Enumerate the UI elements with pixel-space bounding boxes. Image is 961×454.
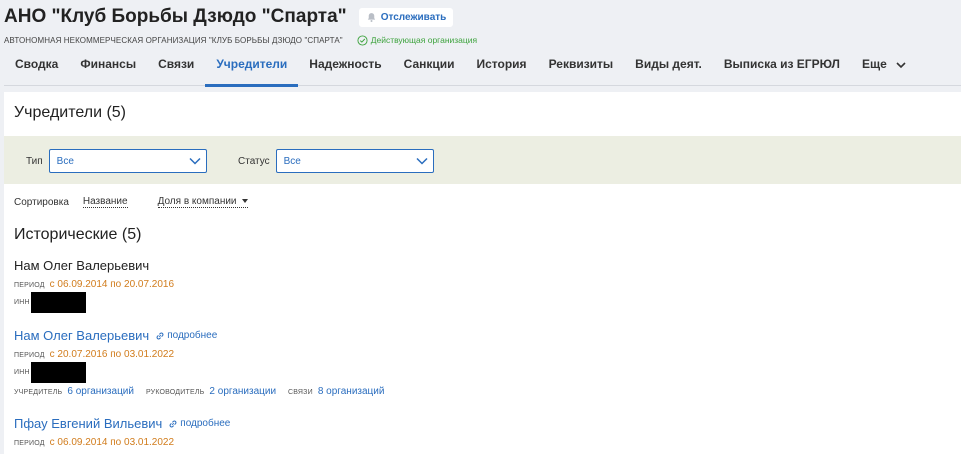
founders-panel: Учредители (5) Тип Все Статус Все Сортир… — [4, 92, 961, 454]
founder-label: учредитель — [14, 389, 63, 396]
more-link[interactable]: подробнее — [168, 418, 230, 429]
links-label: связи — [288, 389, 313, 396]
tab-finance[interactable]: Финансы — [69, 56, 147, 86]
tab-reliability[interactable]: Надежность — [298, 56, 392, 86]
period-label: период — [14, 282, 45, 289]
period-value: с 20.07.2016 по 03.01.2022 — [49, 349, 175, 360]
list-item: Нам Олег Валерьевич подробнее период с 2… — [14, 328, 396, 397]
status-filter-label: Статус — [238, 155, 270, 167]
period-label: период — [14, 352, 45, 359]
type-filter-select[interactable]: Все — [48, 149, 207, 173]
follow-label: Отслеживать — [380, 11, 447, 23]
tab-egrul-extract[interactable]: Выписка из ЕГРЮЛ — [713, 56, 851, 86]
historical-title: Исторические (5) — [14, 226, 142, 243]
links-link[interactable]: 8 организаций — [318, 386, 385, 397]
list-item: Пфау Евгений Вильевич подробнее период с… — [14, 416, 230, 448]
tab-summary[interactable]: Сводка — [4, 56, 69, 86]
tab-sanctions[interactable]: Санкции — [393, 56, 466, 86]
period-label: период — [14, 440, 45, 447]
period-value: с 06.09.2014 по 20.07.2016 — [49, 279, 175, 290]
founder-link[interactable]: 6 организаций — [67, 386, 134, 397]
inn-label: инн — [14, 369, 30, 376]
manager-link[interactable]: 2 организации — [209, 386, 276, 397]
tab-founders[interactable]: Учредители — [205, 56, 299, 87]
sort-row: Сортировка Название Доля в компании — [14, 196, 248, 208]
sort-by-share[interactable]: Доля в компании — [157, 196, 248, 208]
company-title: АНО "Клуб Борьбы Дзюдо "Спарта" — [4, 6, 347, 27]
person-name: Нам Олег Валерьевич — [14, 258, 150, 273]
status-filter-select[interactable]: Все — [275, 149, 434, 173]
filter-bar: Тип Все Статус Все — [4, 136, 961, 184]
chevron-down-icon — [189, 157, 201, 165]
section-title: Учредители (5) — [14, 104, 127, 121]
sort-by-name[interactable]: Название — [82, 196, 128, 208]
caret-down-icon — [241, 199, 248, 203]
more-link[interactable]: подробнее — [155, 330, 217, 341]
period-value: с 06.09.2014 по 03.01.2022 — [49, 437, 175, 448]
follow-button[interactable]: Отслеживать — [358, 7, 454, 27]
redacted-inn — [30, 292, 86, 313]
link-icon — [169, 420, 177, 427]
tab-bar: Сводка Финансы Связи Учредители Надежнос… — [4, 56, 961, 87]
link-icon — [156, 332, 164, 339]
person-name-link[interactable]: Нам Олег Валерьевич — [14, 328, 149, 343]
person-name-link[interactable]: Пфау Евгений Вильевич — [14, 416, 162, 431]
redacted-inn — [30, 362, 86, 383]
tab-activities[interactable]: Виды деят. — [624, 56, 713, 86]
company-full-name: АВТОНОМНАЯ НЕКОММЕРЧЕСКАЯ ОРГАНИЗАЦИЯ "К… — [4, 35, 343, 45]
chevron-down-icon — [896, 62, 906, 68]
sort-label: Сортировка — [14, 196, 69, 208]
status-text: Действующая организация — [370, 35, 478, 45]
company-header: АНО "Клуб Борьбы Дзюдо "Спарта" Отслежив… — [0, 0, 961, 92]
status-badge: Действующая организация — [357, 34, 478, 46]
tab-requisites[interactable]: Реквизиты — [538, 56, 625, 86]
tab-history[interactable]: История — [466, 56, 538, 86]
tab-more[interactable]: Еще — [851, 56, 917, 86]
manager-label: руководитель — [145, 389, 205, 396]
tab-links[interactable]: Связи — [147, 56, 205, 86]
type-filter-value: Все — [56, 155, 74, 167]
bell-icon — [367, 12, 375, 22]
check-circle-icon — [357, 34, 368, 46]
chevron-down-icon — [416, 157, 428, 165]
type-filter-label: Тип — [26, 155, 43, 167]
sort-by-share-label: Доля в компании — [157, 196, 237, 207]
list-item: Нам Олег Валерьевич период с 06.09.2014 … — [14, 258, 174, 313]
inn-label: инн — [14, 299, 30, 306]
status-filter-value: Все — [283, 155, 301, 167]
